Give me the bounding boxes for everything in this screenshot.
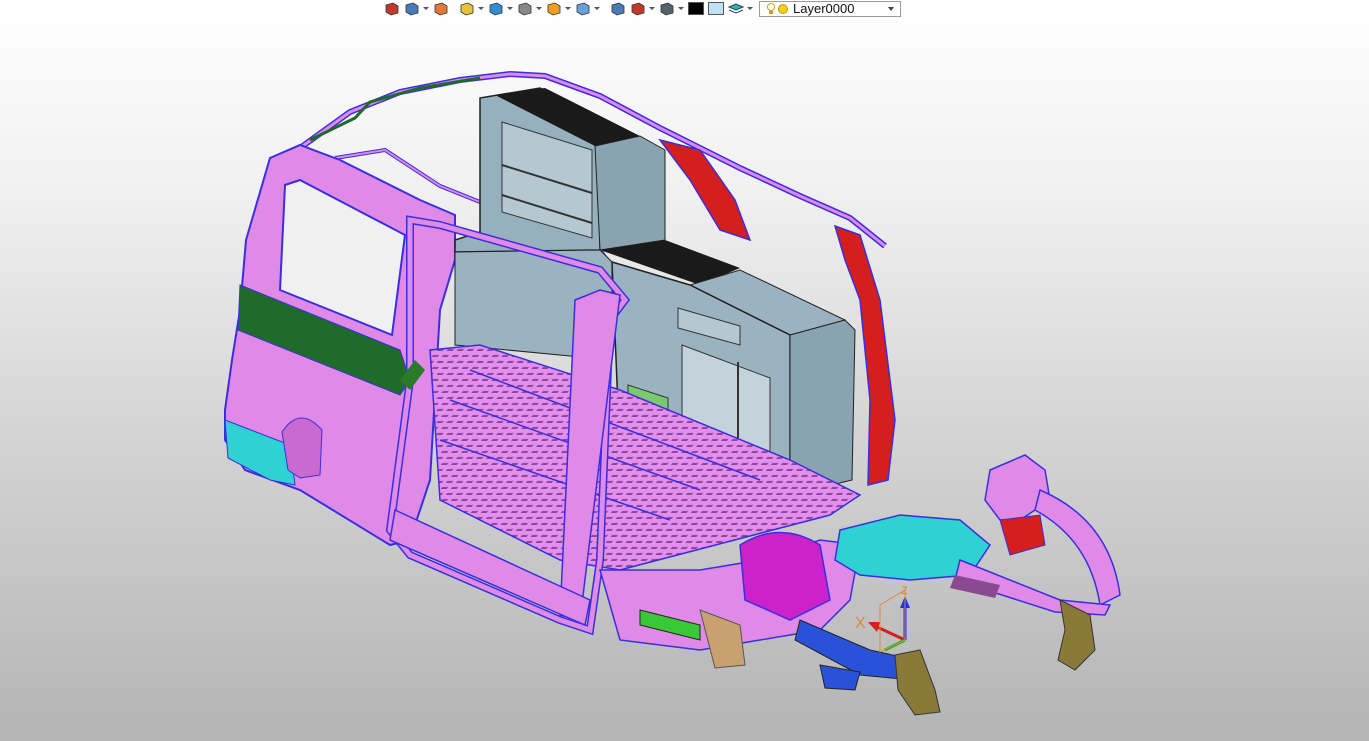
solid-box-button[interactable] [459,1,484,17]
fit-view-button[interactable] [610,1,626,17]
layer-select[interactable]: Layer0000 [759,0,901,17]
sun-icon [778,3,788,14]
rear-side-panel [224,143,456,547]
pencil-button[interactable] [433,1,449,17]
blue-box-button[interactable] [488,1,513,17]
monitor-icon [660,2,674,15]
layers-button[interactable] [728,1,753,17]
dropdown-arrow-icon[interactable] [594,7,600,10]
x-axis-label: X [855,615,866,632]
blue-box-icon [489,2,503,15]
dropdown-arrow-icon[interactable] [678,7,684,10]
section-button[interactable] [630,1,655,17]
dropdown-arrow-icon[interactable] [478,7,484,10]
pencil-icon [434,2,448,15]
wire-box-button[interactable] [517,1,542,17]
foreground-color-swatch[interactable] [688,2,704,15]
dropdown-arrow-icon[interactable] [747,7,753,10]
material-button[interactable] [575,1,600,17]
exit-icon [385,2,399,15]
van-body-model[interactable]: X Z [0,18,1369,741]
3d-viewport[interactable]: X Z [0,18,1369,741]
layers-icon [728,2,744,14]
print-button[interactable] [404,1,429,17]
wire-box-icon [518,2,532,15]
dropdown-arrow-icon[interactable] [536,7,542,10]
background-color-swatch[interactable] [708,2,724,15]
solid-box-icon [460,2,474,15]
render-mode-button[interactable] [546,1,571,17]
exit-button[interactable] [384,1,400,17]
monitor-button[interactable] [659,1,684,17]
main-toolbar: Layer0000 [384,0,901,17]
material-icon [576,2,590,15]
render-mode-icon [547,2,561,15]
fit-view-icon [611,2,625,15]
section-icon [631,2,645,15]
axis-triad: X Z [855,585,910,653]
chevron-down-icon[interactable] [888,6,894,11]
layer-select-value: Layer0000 [793,1,855,16]
light-bulb-icon [767,2,775,14]
dropdown-arrow-icon[interactable] [423,7,429,10]
z-axis-label: Z [901,585,908,597]
dropdown-arrow-icon[interactable] [565,7,571,10]
dropdown-arrow-icon[interactable] [649,7,655,10]
dropdown-arrow-icon[interactable] [507,7,513,10]
print-icon [405,2,419,15]
